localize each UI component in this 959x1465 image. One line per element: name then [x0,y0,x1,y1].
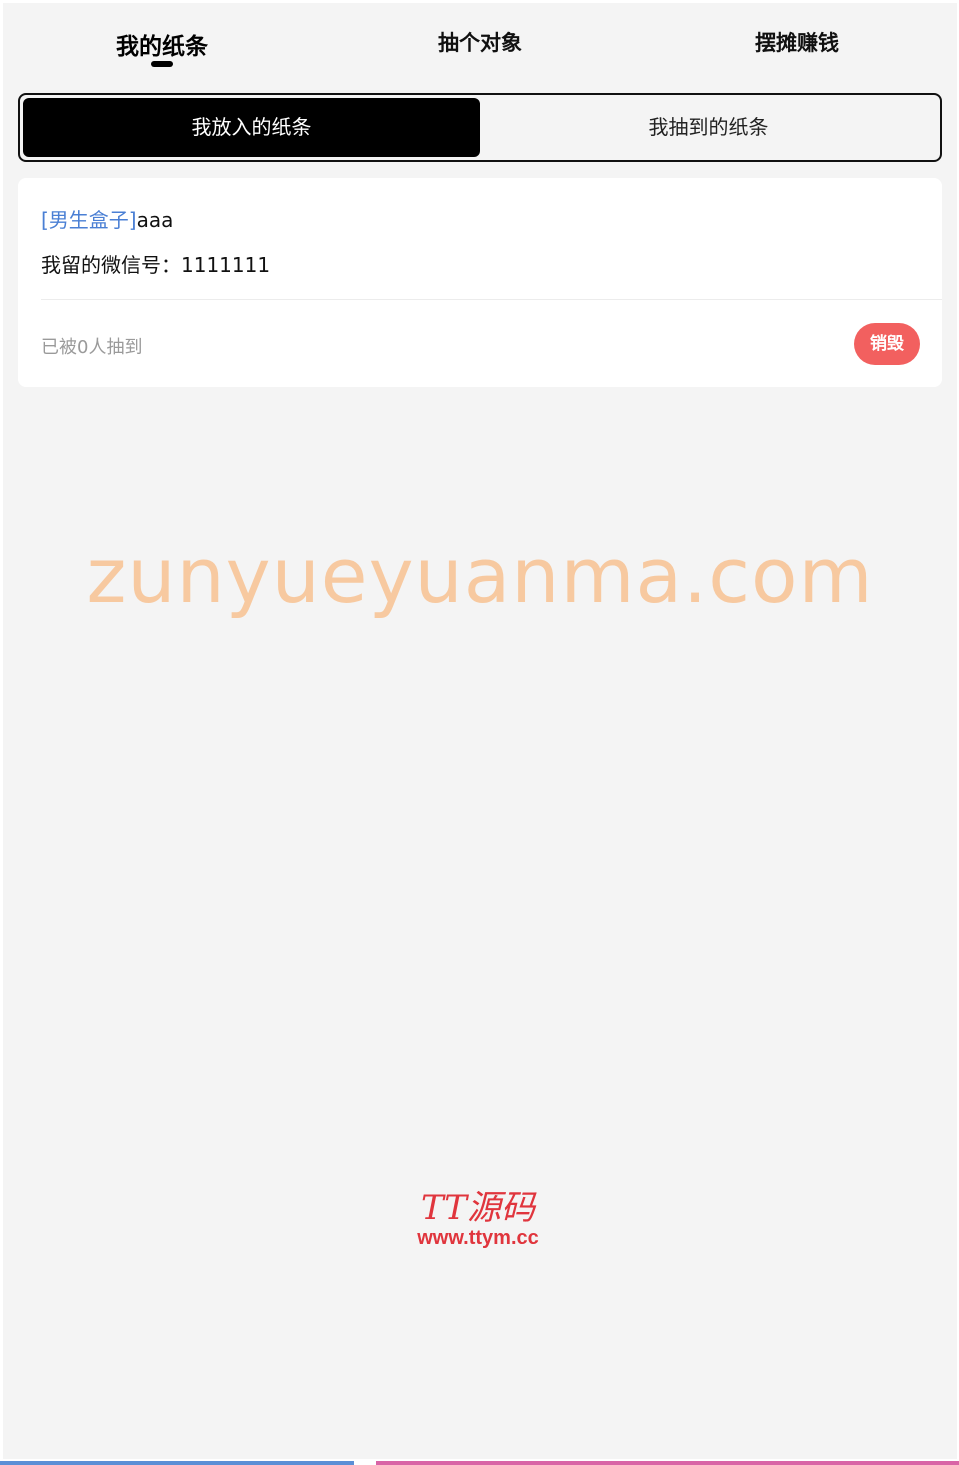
note-card: [男生盒子]aaa 我留的微信号：1111111 已被0人抽到 销毁 [18,178,942,387]
segment-put-notes[interactable]: 我放入的纸条 [23,98,480,157]
logo-brand: TT源码 [421,1188,535,1228]
tab-stall-earn[interactable]: 摆摊赚钱 [717,27,877,57]
note-content: aaa [136,208,174,232]
tab-my-notes[interactable]: 我的纸条 [82,27,242,61]
active-tab-indicator [151,61,173,67]
page: 我的纸条 抽个对象 摆摊赚钱 我放入的纸条 我抽到的纸条 [男生盒子]aaa 我… [3,3,957,1459]
card-divider [41,299,942,300]
site-logo: TT源码 www.ttym.cc [383,1188,573,1258]
logo-url: www.ttym.cc [417,1227,539,1249]
top-nav: 我的纸条 抽个对象 摆摊赚钱 [3,3,957,83]
note-wechat: 我留的微信号：1111111 [41,253,271,277]
drawn-count: 已被0人抽到 [41,337,143,358]
note-box-tag: [男生盒子] [41,208,137,232]
segment-drawn-notes[interactable]: 我抽到的纸条 [480,98,937,157]
watermark-text: zunyueyuanma.com [86,531,874,620]
destroy-button[interactable]: 销毁 [854,323,920,365]
bottom-bar-right [376,1461,959,1465]
notes-segment-control: 我放入的纸条 我抽到的纸条 [18,93,942,162]
note-title: [男生盒子]aaa [41,204,173,233]
bottom-bar-left [0,1461,354,1465]
tab-draw-partner[interactable]: 抽个对象 [400,27,560,57]
